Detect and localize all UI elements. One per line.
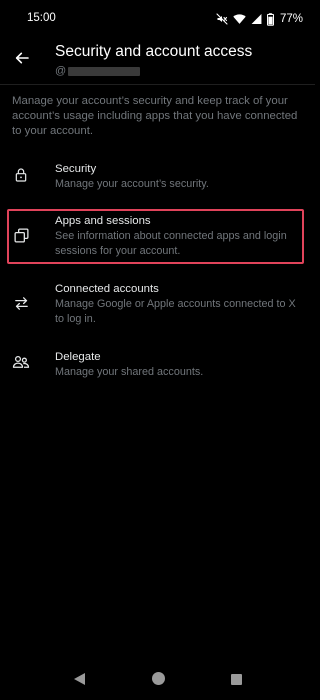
arrow-left-icon xyxy=(14,50,30,71)
lock-icon xyxy=(11,165,31,185)
menu-item-description: Manage your account’s security. xyxy=(55,178,209,190)
nav-back-button[interactable] xyxy=(69,672,89,690)
status-bar: 15:00 77% xyxy=(0,0,315,36)
system-nav-bar xyxy=(0,660,315,700)
menu-item-description: Manage your shared accounts. xyxy=(55,366,204,378)
nav-home-button[interactable] xyxy=(148,672,168,690)
battery-icon xyxy=(266,12,274,26)
home-circle-icon xyxy=(151,672,165,690)
handle-prefix: @ xyxy=(55,65,67,77)
people-icon xyxy=(11,352,31,372)
wifi-icon xyxy=(233,13,246,25)
recents-square-icon xyxy=(230,672,242,690)
mute-icon xyxy=(216,13,228,25)
header-divider xyxy=(0,84,315,85)
menu-item-title: Connected accounts xyxy=(55,283,159,295)
menu-item-description: Manage Google or Apple accounts connecte… xyxy=(55,298,296,325)
menu-item-title: Delegate xyxy=(55,351,101,363)
back-triangle-icon xyxy=(73,672,85,690)
nav-recents-button[interactable] xyxy=(226,672,246,690)
status-icons: 77% xyxy=(216,11,303,27)
header: Security and account access @ xyxy=(0,36,315,84)
back-button[interactable] xyxy=(8,46,36,74)
redacted-handle xyxy=(68,66,141,76)
menu-item-description: See information about connected apps and… xyxy=(55,230,287,257)
menu-item-title: Apps and sessions xyxy=(55,215,151,227)
page-title: Security and account access xyxy=(55,43,253,60)
swap-arrows-icon xyxy=(11,293,31,313)
intro-text: Manage your account’s security and keep … xyxy=(12,95,298,137)
signal-icon xyxy=(251,13,262,25)
battery-percentage: 77% xyxy=(279,13,303,25)
menu-item-security[interactable]: Security Manage your account’s security. xyxy=(0,158,315,198)
menu-item-title: Security xyxy=(55,163,97,175)
copy-windows-icon xyxy=(11,225,31,245)
status-time: 15:00 xyxy=(27,12,56,24)
menu-item-delegate[interactable]: Delegate Manage your shared accounts. xyxy=(0,346,315,386)
menu-item-connected-accounts[interactable]: Connected accounts Manage Google or Appl… xyxy=(0,278,315,332)
menu-item-apps-and-sessions[interactable]: Apps and sessions See information about … xyxy=(0,210,315,264)
account-handle: @ xyxy=(55,65,141,77)
